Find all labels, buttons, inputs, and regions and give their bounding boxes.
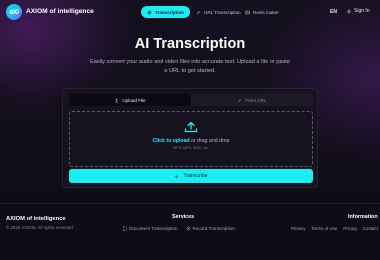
link-icon [196, 10, 201, 14]
transcribe-label: Transcribe [183, 173, 208, 179]
sign-in-label: Sign In [354, 8, 370, 14]
drag-drop-text: or drag and drop [189, 138, 230, 144]
service-label: Document Transcription [129, 226, 178, 231]
top-nav: aXi AXIOM of intelligence Transcription … [0, 0, 380, 24]
click-to-upload-link[interactable]: Click to upload [153, 138, 190, 144]
footer-copyright: © 2025 AXIOM. All rights reserved. [6, 225, 74, 230]
tab-label: From URL [245, 97, 267, 103]
services-heading: Services [172, 214, 195, 220]
language-selector[interactable]: EN [330, 9, 337, 15]
dropzone-text: Click to upload or drag and drop [70, 138, 312, 144]
information-heading: Information [348, 214, 378, 220]
information-links: Privacy Terms of Use Pricing Contact [291, 226, 378, 231]
tab-upload-file[interactable]: Upload File [69, 94, 191, 106]
nav-tab-transcription[interactable]: Transcription [141, 6, 191, 18]
nav-tab-reels-maker[interactable]: Reels maker [239, 6, 285, 18]
upload-icon [115, 98, 119, 102]
link-icon [238, 98, 242, 102]
footer-divider [0, 203, 380, 204]
waveform-icon [147, 9, 152, 15]
file-dropzone[interactable]: Click to upload or drag and drop MP3, MP… [69, 111, 313, 167]
sign-in-button[interactable]: Sign In [346, 8, 370, 14]
privacy-link[interactable]: Privacy [291, 226, 305, 231]
brand-name[interactable]: AXIOM of intelligence [26, 8, 94, 15]
service-document-transcription[interactable]: Document Transcription [122, 226, 178, 231]
tab-from-url[interactable]: From URL [191, 94, 313, 106]
sign-in-icon [346, 9, 351, 13]
services-links: Document Transcription Record Transcript… [122, 226, 235, 231]
document-icon [123, 226, 127, 231]
pricing-link[interactable]: Pricing [343, 226, 356, 231]
logo-icon[interactable]: aXi [6, 4, 22, 20]
nav-tab-label: URL Transcription [204, 9, 241, 15]
supported-formats: MP3, MP4, WAV, etc. [173, 146, 209, 150]
source-tabs: Upload File From URL [69, 94, 313, 106]
contact-link[interactable]: Contact [363, 226, 378, 231]
transcribe-button[interactable]: Transcribe [69, 169, 313, 183]
sparkle-icon [174, 174, 179, 178]
tab-label: Upload File [122, 97, 146, 103]
upload-card: Upload File From URL Click to upload or … [62, 88, 318, 188]
page-subtitle: Easily convert your audio and video file… [90, 59, 290, 74]
film-icon [245, 10, 250, 14]
terms-link[interactable]: Terms of Use [311, 226, 337, 231]
nav-tab-label: Transcription [155, 9, 185, 15]
upload-icon [184, 121, 198, 133]
footer-brand: AXIOM of intelligence [6, 216, 66, 222]
service-record-transcription[interactable]: Record Transcription [186, 226, 235, 231]
page-title: AI Transcription [134, 36, 246, 52]
service-label: Record Transcription [192, 226, 235, 231]
record-icon [186, 226, 190, 231]
nav-tab-label: Reels maker [253, 9, 279, 15]
